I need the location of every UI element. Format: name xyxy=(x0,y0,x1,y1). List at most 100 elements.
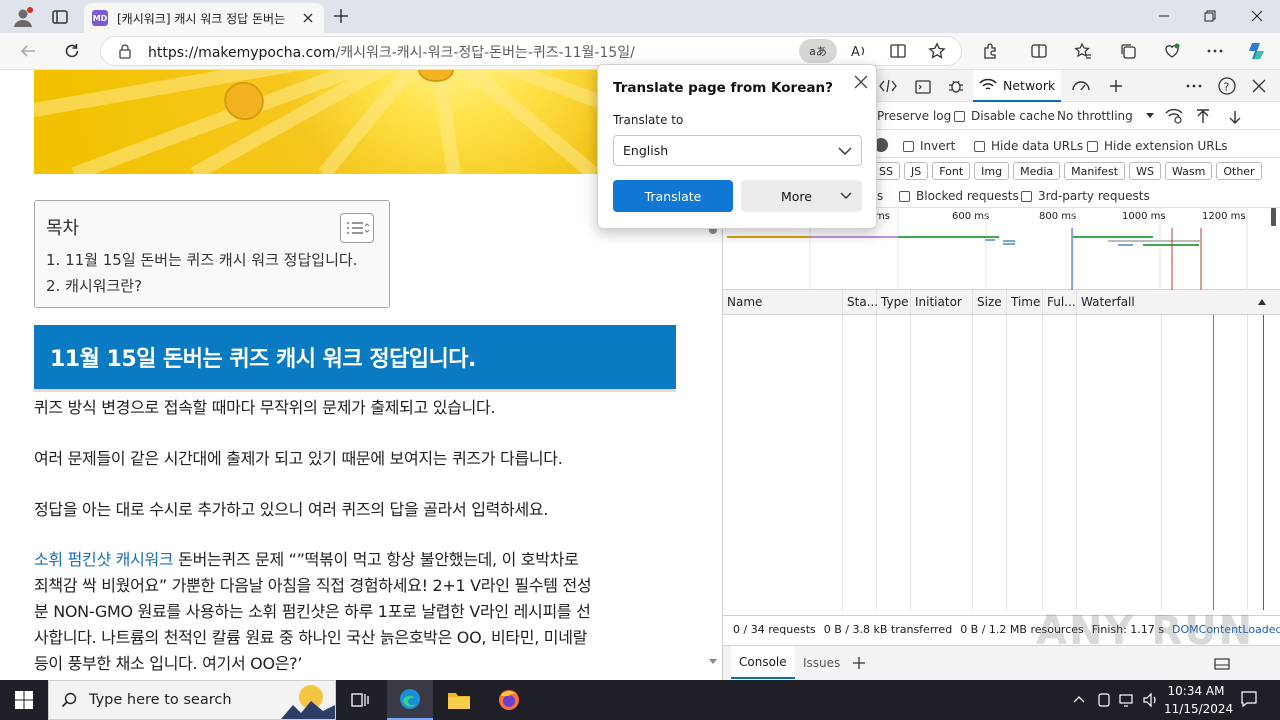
network-conditions-icon[interactable] xyxy=(1165,108,1183,124)
edge-taskbar-icon[interactable] xyxy=(387,680,433,720)
profile-icon[interactable] xyxy=(12,6,34,28)
filter-manifest[interactable]: Manifest xyxy=(1064,162,1126,180)
scroll-down-icon[interactable] xyxy=(708,658,718,666)
filter-other[interactable]: Other xyxy=(1216,162,1262,180)
more-menu-icon[interactable] xyxy=(1201,37,1229,65)
invert-checkbox[interactable]: Invert xyxy=(903,139,955,153)
filter-wasm[interactable]: Wasm xyxy=(1164,162,1213,180)
import-har-icon[interactable] xyxy=(1195,108,1211,126)
third-party-checkbox[interactable]: 3rd-party requests xyxy=(1021,189,1150,203)
watermark: ANY RUN xyxy=(1036,608,1255,654)
notifications-icon[interactable] xyxy=(1240,690,1258,708)
close-window-icon[interactable] xyxy=(1234,0,1280,32)
hide-extension-urls-checkbox[interactable]: Hide extension URLs xyxy=(1087,139,1228,153)
column-header-time[interactable]: Time xyxy=(1007,290,1043,314)
preserve-log-checkbox[interactable]: Preserve log xyxy=(877,109,951,123)
checkbox-icon xyxy=(1087,140,1098,152)
filter-js[interactable]: JS xyxy=(903,162,929,180)
translate-icon[interactable]: aあ xyxy=(799,39,837,63)
language-select[interactable]: English xyxy=(613,135,862,166)
refresh-icon[interactable] xyxy=(58,37,86,65)
column-header-size[interactable]: Size xyxy=(973,290,1007,314)
translate-popup: Translate page from Korean? Translate to… xyxy=(597,64,877,229)
url-text[interactable]: https://makemypocha.com/캐시워크-캐시-워크-정답-돈버… xyxy=(148,42,635,62)
toc-item[interactable]: 1. 11월 15일 돈버는 퀴즈 캐시 워크 정답입니다. xyxy=(46,249,357,270)
add-tool-icon[interactable] xyxy=(1108,78,1124,94)
filter-ws[interactable]: WS xyxy=(1129,162,1161,180)
dock-icon[interactable] xyxy=(1213,656,1231,672)
split-screen-icon[interactable] xyxy=(1025,37,1053,65)
sort-ascending-icon[interactable] xyxy=(1257,298,1267,306)
column-header-name[interactable]: Name xyxy=(723,290,843,314)
collections-icon[interactable] xyxy=(1114,37,1142,65)
filter-media[interactable]: Media xyxy=(1013,162,1061,180)
filter-font[interactable]: Font xyxy=(932,162,971,180)
more-button[interactable]: More xyxy=(741,180,862,212)
waterfall-grid xyxy=(1161,315,1162,610)
clock-date[interactable]: 11/15/2024 xyxy=(1164,702,1233,716)
devtools-close-icon[interactable] xyxy=(1251,78,1267,94)
extensions-icon[interactable] xyxy=(977,37,1005,65)
favorites-icon[interactable] xyxy=(1069,37,1097,65)
column-header-fulfilled[interactable]: Ful... xyxy=(1043,290,1077,314)
bug-icon[interactable] xyxy=(947,77,965,95)
show-hidden-icons-icon[interactable] xyxy=(1072,693,1086,707)
hide-data-urls-label: Hide data URLs xyxy=(991,139,1084,153)
devtools-more-icon[interactable] xyxy=(1185,78,1203,94)
taskbar-search[interactable]: Type here to search xyxy=(48,680,336,720)
task-view-icon[interactable] xyxy=(350,690,370,710)
minimize-icon[interactable] xyxy=(1141,0,1187,32)
filter-img[interactable]: Img xyxy=(974,162,1010,180)
performance-icon[interactable] xyxy=(1158,37,1186,65)
clock-time[interactable]: 10:34 AM xyxy=(1166,684,1226,698)
drawer-add-icon[interactable] xyxy=(851,655,867,671)
throttling-select[interactable]: No throttling xyxy=(1057,109,1155,123)
lock-icon[interactable] xyxy=(117,43,133,59)
close-icon[interactable] xyxy=(852,73,870,91)
column-header-type[interactable]: Type xyxy=(877,290,911,314)
firefox-icon[interactable] xyxy=(497,688,521,712)
disable-cache-checkbox[interactable]: Disable cache xyxy=(954,109,1055,123)
immersive-reader-icon[interactable] xyxy=(884,37,912,65)
toc-item[interactable]: 2. 캐시워크란? xyxy=(46,275,142,296)
column-header-waterfall[interactable]: Waterfall xyxy=(1077,290,1280,314)
network-icon[interactable] xyxy=(1118,692,1136,708)
drawer-tab-console[interactable]: Console xyxy=(731,646,795,679)
search-placeholder: Type here to search xyxy=(89,692,232,708)
column-divider xyxy=(1042,315,1043,610)
device-icon[interactable] xyxy=(1096,692,1112,708)
third-party-label: 3rd-party requests xyxy=(1038,189,1150,203)
tab-network[interactable]: Network xyxy=(973,70,1061,102)
status-transferred: 0 B / 3.8 kB transferred xyxy=(823,622,953,636)
help-icon[interactable]: ? xyxy=(1217,76,1237,96)
dropdown-caret-icon xyxy=(1145,113,1154,118)
hide-data-urls-checkbox[interactable]: Hide data URLs xyxy=(974,139,1083,153)
back-icon[interactable] xyxy=(14,37,42,65)
product-link[interactable]: 소휘 펌킨샷 캐시워크 xyxy=(34,550,174,569)
blocked-requests-checkbox[interactable]: Blocked requests xyxy=(899,189,1019,203)
tab-actions-icon[interactable] xyxy=(50,7,70,27)
restore-icon[interactable] xyxy=(1187,0,1233,32)
export-har-icon[interactable] xyxy=(1227,108,1243,126)
drawer-tab-issues[interactable]: Issues xyxy=(795,646,848,679)
translate-button[interactable]: Translate xyxy=(613,180,733,212)
favorite-star-icon[interactable] xyxy=(923,37,951,65)
toc-toggle-button[interactable] xyxy=(340,213,374,243)
console-icon[interactable] xyxy=(914,78,932,96)
url-path: /캐시워크-캐시-워크-정답-돈버는-퀴즈-11월-15일/ xyxy=(335,45,635,61)
read-aloud-icon[interactable]: A xyxy=(845,37,873,65)
browser-tab[interactable]: MD [캐시워크] 캐시 워크 정답 돈버는 xyxy=(84,3,324,33)
volume-icon[interactable] xyxy=(1142,692,1160,708)
column-header-status[interactable]: Sta... xyxy=(843,290,878,314)
svg-text:?: ? xyxy=(1224,81,1230,94)
tab-close-icon[interactable] xyxy=(300,10,316,26)
language-select-value: English xyxy=(623,143,669,158)
column-header-initiator[interactable]: Initiator xyxy=(911,290,973,314)
copilot-icon[interactable] xyxy=(1243,37,1271,65)
file-explorer-icon[interactable] xyxy=(447,689,471,711)
sources-icon[interactable] xyxy=(878,78,898,94)
new-tab-icon[interactable] xyxy=(332,7,350,25)
windows-start-icon[interactable] xyxy=(14,690,34,710)
filter-css[interactable]: SS xyxy=(873,162,900,180)
performance-monitor-icon[interactable] xyxy=(1071,78,1091,94)
